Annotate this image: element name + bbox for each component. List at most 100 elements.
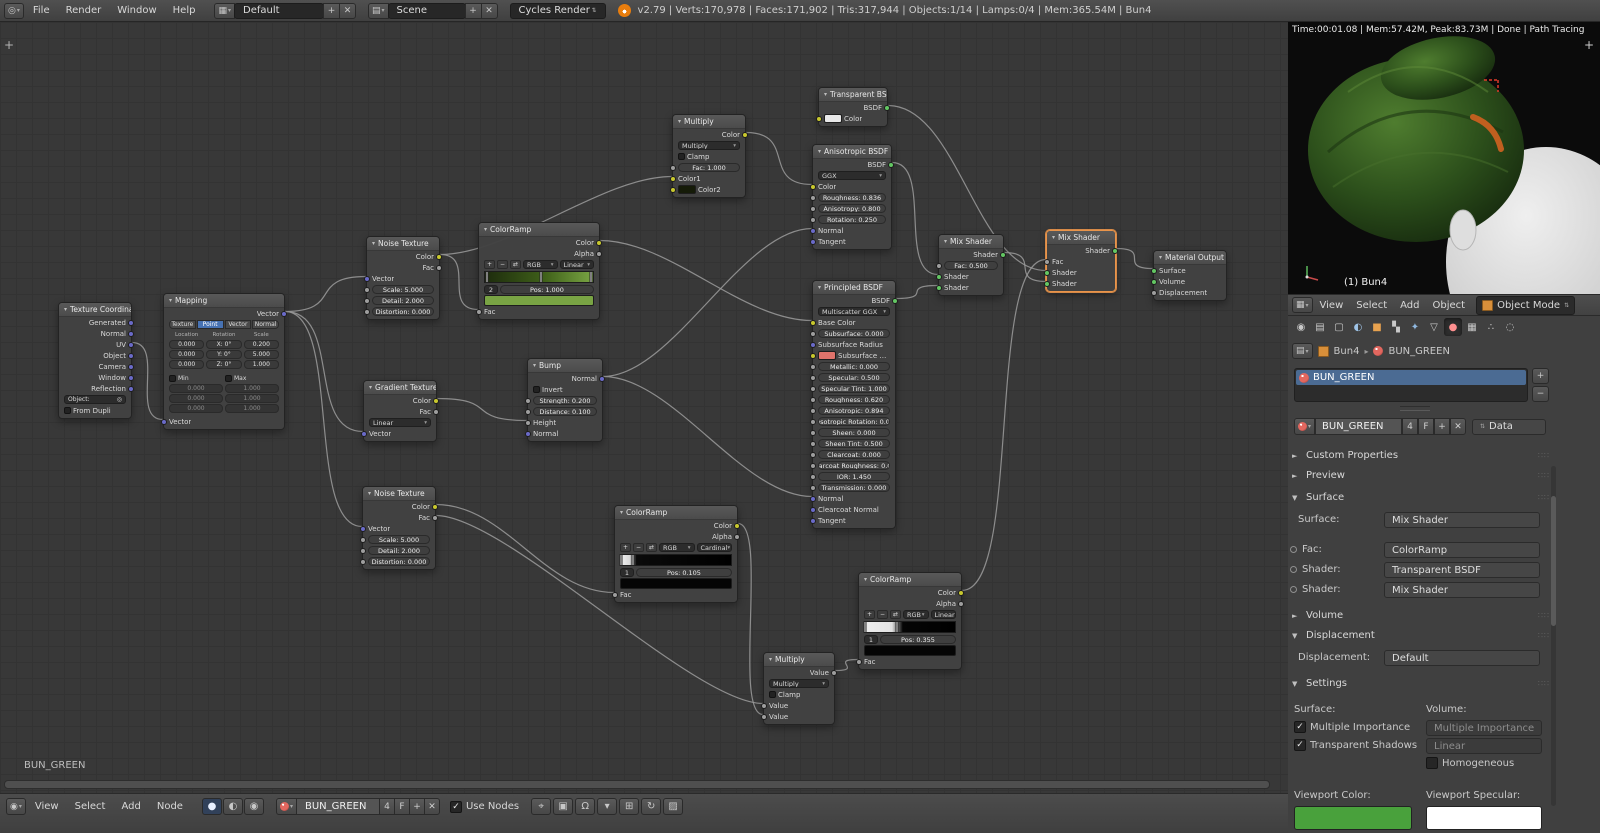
node-texcoord[interactable]: ▾Texture CoordinateGeneratedNormalUVObje…	[58, 302, 134, 419]
node-socket[interactable]	[810, 194, 816, 201]
ramp-button[interactable]: ⇄	[890, 610, 901, 619]
node-socket[interactable]	[810, 183, 816, 190]
node-socket[interactable]	[436, 253, 442, 260]
node-socket[interactable]	[936, 284, 942, 291]
node-row-distance[interactable]: Distance: 0.100	[525, 406, 602, 417]
node-row-ramp[interactable]	[859, 620, 961, 634]
ramp-button[interactable]: ⇄	[510, 260, 521, 269]
node-row-detail[interactable]: Detail: 2.000	[364, 295, 439, 306]
menu-help[interactable]: Help	[166, 5, 203, 16]
object-icon[interactable]: ■	[1368, 318, 1386, 336]
physics-icon[interactable]: ◌	[1501, 318, 1519, 336]
region-expand-icon[interactable]: +	[1584, 38, 1594, 52]
node-header[interactable]: ▾ ColorRamp	[859, 573, 961, 587]
node-row-sheen[interactable]: Sheen: 0.000	[810, 427, 895, 438]
menu-object[interactable]: Object	[1427, 300, 1472, 311]
panel-surface[interactable]: ▼ Surface ∷∷	[1292, 490, 1550, 505]
toggle-point[interactable]: Point	[196, 320, 224, 329]
vertical-scrollbar[interactable]	[1551, 466, 1556, 806]
node-ramp2[interactable]: ▾ ColorRamp Color Alpha + − ⇄ RGB ▾ Cardinal ▾ 1 Pos…	[612, 505, 740, 603]
node-header[interactable]: ▾ Multiply	[673, 115, 745, 129]
node-row-specular[interactable]: Specular: 0.500	[810, 372, 895, 383]
node-socket[interactable]	[810, 473, 816, 480]
node-socket[interactable]	[810, 429, 816, 436]
active-stop-color[interactable]	[484, 295, 594, 306]
node-socket[interactable]	[670, 186, 676, 193]
color-swatch[interactable]	[678, 185, 696, 194]
node-socket[interactable]	[161, 418, 167, 425]
color-swatch[interactable]	[824, 114, 842, 123]
node-row-strength[interactable]: Strength: 0.200	[525, 395, 602, 406]
node-row-linear[interactable]: Linear ▾	[364, 417, 436, 428]
node-math[interactable]: ▾ Multiply Value Multiply ▾ Clamp Value Value	[761, 652, 837, 725]
viewport-specular-swatch[interactable]	[1426, 806, 1542, 830]
value-slider[interactable]: Scale: 5.000	[368, 535, 430, 544]
node-row-multiscatter-ggx[interactable]: Multiscatter GGX ▾	[813, 306, 895, 317]
panel-volume[interactable]: ► Volume ∷∷	[1292, 608, 1550, 623]
ramp-position-slider[interactable]: Pos: 0.105	[636, 568, 732, 577]
ramp-handle[interactable]	[619, 554, 623, 566]
panel-settings[interactable]: ▼ Settings ∷∷	[1292, 676, 1550, 691]
value-slider[interactable]: Roughness: 0.836	[818, 193, 886, 202]
node-principled[interactable]: ▾ Principled BSDF BSDF Multiscatter GGX ▾ Bas…	[810, 280, 898, 529]
node-row-roughness[interactable]: Roughness: 0.836	[810, 192, 891, 203]
node-row-clearcoat-roughness[interactable]: Clearcoat Roughness: 0.030	[810, 460, 895, 471]
fac-dropdown[interactable]: ColorRamp	[1384, 542, 1540, 558]
toggle-normal[interactable]: Normal	[252, 320, 279, 329]
node-row-sheen-tint[interactable]: Sheen Tint: 0.500	[810, 438, 895, 449]
node-row-ior[interactable]: IOR: 1.450	[810, 471, 895, 482]
node-socket[interactable]	[810, 319, 816, 326]
menu-add[interactable]: Add	[1394, 300, 1425, 311]
scene-icon[interactable]: ▢	[1330, 318, 1348, 336]
node-group-icon[interactable]: ▣	[553, 798, 574, 815]
value-slider[interactable]: Anisotropic: 0.894	[818, 406, 890, 415]
node-header[interactable]: ▾ Gradient Texture	[364, 381, 436, 395]
node-socket[interactable]	[816, 115, 822, 122]
node-row-anisotropic[interactable]: Anisotropic: 0.894	[810, 405, 895, 416]
shader-type-object-icon[interactable]: ●	[201, 798, 222, 815]
ramp-button[interactable]: +	[484, 260, 495, 269]
value-slider[interactable]: Anisotropic Rotation: 0.000	[818, 417, 890, 426]
node-socket[interactable]	[810, 495, 816, 502]
delete-screen-layout-button[interactable]: ✕	[339, 2, 356, 19]
node-socket[interactable]	[1044, 258, 1050, 265]
render-camera-icon[interactable]: ◉	[1292, 318, 1310, 336]
mapping-field[interactable]: Y: 0°	[206, 350, 242, 359]
node-header[interactable]: ▾ Multiply	[764, 653, 834, 667]
node-socket[interactable]	[361, 430, 367, 437]
node-header[interactable]: ▾ ColorRamp	[615, 506, 737, 520]
node-socket[interactable]	[128, 385, 134, 392]
node-socket[interactable]	[761, 702, 767, 709]
value-slider[interactable]: Subsurface: 0.000	[818, 329, 890, 338]
panel-grip-icon[interactable]: ∷∷	[1538, 451, 1550, 460]
value-slider[interactable]: Transmission: 0.000	[818, 483, 890, 492]
node-socket[interactable]	[128, 330, 134, 337]
value-slider[interactable]: Distortion: 0.000	[368, 557, 430, 566]
node-socket[interactable]	[810, 205, 816, 212]
node-row-anisotropy[interactable]: Anisotropy: 0.800	[810, 203, 891, 214]
scene-field[interactable]: Scene	[387, 2, 466, 19]
node-socket[interactable]	[525, 430, 531, 437]
node-socket[interactable]	[525, 408, 531, 415]
value-slider[interactable]: Sheen Tint: 0.500	[818, 439, 890, 448]
panel-grip-icon[interactable]: ∷∷	[1538, 471, 1550, 480]
node-row-from-dupli[interactable]: From Dupli	[59, 405, 131, 416]
browse-material-icon[interactable]: ▾	[275, 798, 297, 815]
color-swatch[interactable]	[818, 351, 836, 360]
collapse-icon[interactable]: ►	[1292, 612, 1301, 620]
node-row-rampctl[interactable]: +−⇄RGB▾Linear▾	[859, 609, 961, 620]
node-row-object-[interactable]: Object: ◎	[59, 394, 131, 405]
constraints-icon[interactable]: ▚	[1387, 318, 1405, 336]
node-row-colorbar[interactable]	[479, 295, 599, 306]
node-socket[interactable]	[1151, 289, 1157, 296]
node-socket[interactable]	[892, 297, 898, 304]
mapping-field[interactable]: Z: 0°	[206, 360, 242, 369]
value-slider[interactable]: Fac: 1.000	[678, 163, 740, 172]
ramp-index-field[interactable]: 2	[484, 285, 498, 294]
node-socket[interactable]	[432, 514, 438, 521]
backdrop-icon[interactable]: ▨	[663, 798, 684, 815]
node-socket[interactable]	[1000, 251, 1006, 258]
node-socket[interactable]	[364, 286, 370, 293]
new-material-button[interactable]: +	[408, 798, 425, 815]
node-header[interactable]: ▾ Noise Texture	[363, 487, 435, 501]
